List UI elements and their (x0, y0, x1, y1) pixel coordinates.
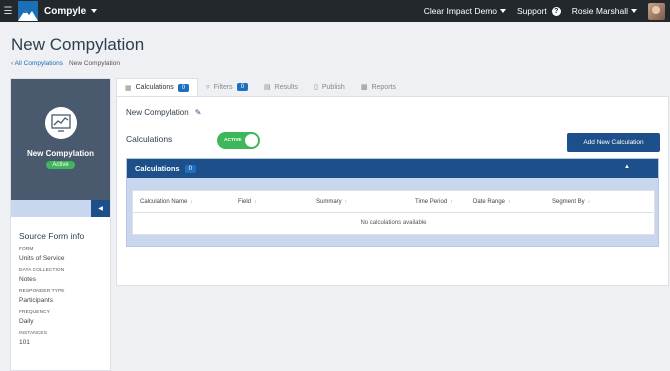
tab-bar: ▦ Calculations 0 ▿ Filters 0 ▤ Results ▯… (116, 78, 404, 96)
status-badge: Active (46, 161, 75, 169)
avatar[interactable] (648, 2, 665, 20)
column-field[interactable]: Field ↕ (238, 199, 257, 205)
info-responder-type: RESPONDER TYPE Participants (19, 289, 65, 304)
sort-icon: ↕ (508, 199, 511, 205)
column-date-range[interactable]: Date Range ↕ (473, 199, 511, 205)
breadcrumb-back-link[interactable]: ‹ All Compylations (11, 60, 63, 67)
user-menu[interactable]: Rosie Marshall (572, 6, 637, 16)
table-header: Calculation Name ↕ Field ↕ Summary ↕ Time P… (133, 191, 654, 213)
calculations-section: Calculations 0 ▲ Calculation Name ↕ Field… (126, 158, 659, 247)
calculations-panel: New Compylation ✎ Calculations ACTIVE Ad… (116, 96, 669, 286)
active-toggle[interactable]: ACTIVE (217, 132, 260, 149)
tab-count-badge: 0 (236, 83, 249, 91)
support-label: Support (517, 6, 547, 16)
tab-reports[interactable]: ▩ Reports (353, 78, 404, 96)
info-form: FORM Units of Service (19, 247, 65, 262)
info-data-collection: DATA COLLECTION Notes (19, 268, 65, 283)
sidebar-title: New Compylation (26, 149, 95, 158)
compylation-sidebar: New Compylation Active ◀ Source Form inf… (10, 78, 111, 371)
column-summary[interactable]: Summary ↕ (316, 199, 347, 205)
source-form-title: Source Form info (19, 231, 85, 241)
list-icon: ▤ (264, 84, 271, 91)
collapse-left-icon[interactable]: ◀ (91, 200, 110, 217)
calculations-count-badge: 0 (184, 164, 196, 173)
calculations-label: Calculations (126, 134, 173, 144)
tab-filters[interactable]: ▿ Filters 0 (198, 78, 256, 96)
calculations-header[interactable]: Calculations 0 ▲ (127, 159, 658, 178)
breadcrumb-current: New Compylation (69, 60, 120, 67)
info-frequency: FREQUENCY Daily (19, 310, 51, 325)
chevron-down-icon (500, 9, 506, 13)
calculations-table: Calculation Name ↕ Field ↕ Summary ↕ Time P… (132, 190, 655, 235)
column-segment-by[interactable]: Segment By ↕ (552, 199, 590, 205)
empty-state-message: No calculations available (360, 220, 427, 226)
edit-icon[interactable]: ✎ (195, 108, 202, 117)
report-icon: ▩ (360, 84, 368, 91)
support-link[interactable]: Support ? (517, 6, 561, 16)
page-title: New Compylation (11, 35, 145, 54)
toggle-label: ACTIVE (224, 138, 242, 143)
tab-calculations[interactable]: ▦ Calculations 0 (116, 78, 199, 96)
info-instances: INSTANCES 101 (19, 331, 47, 346)
sidebar-hero: New Compylation Active (11, 79, 110, 200)
sort-icon: ↕ (190, 199, 193, 205)
tab-results[interactable]: ▤ Results (256, 78, 306, 96)
chevron-down-icon (91, 9, 98, 13)
tab-publish[interactable]: ▯ Publish (306, 78, 353, 96)
menu-icon[interactable]: ☰ (0, 0, 16, 22)
sort-icon: ↕ (587, 199, 591, 205)
add-calculation-button[interactable]: Add New Calculation (567, 133, 660, 152)
calculator-icon: ▦ (125, 84, 132, 92)
top-bar: ☰ Compyle Clear Impact Demo Support ? Ro… (0, 0, 670, 22)
org-switcher[interactable]: Clear Impact Demo (424, 6, 506, 16)
app-name: Compyle (44, 5, 87, 17)
tab-count-badge: 0 (177, 83, 190, 92)
app-logo[interactable] (18, 1, 38, 21)
document-icon: ▯ (314, 84, 318, 91)
sidebar-collapse-bar: ◀ (11, 200, 110, 217)
compylation-name: New Compylation ✎ (126, 108, 202, 117)
chevron-up-icon[interactable]: ▲ (624, 164, 630, 170)
user-name: Rosie Marshall (571, 6, 628, 16)
column-calculation-name[interactable]: Calculation Name ↕ (140, 199, 193, 205)
toggle-knob (245, 134, 258, 147)
org-name: Clear Impact Demo (423, 6, 497, 16)
chart-icon (44, 107, 77, 139)
sort-icon: ↕ (344, 199, 348, 205)
sort-icon: ↕ (254, 199, 257, 205)
sort-icon: ↕ (450, 199, 453, 205)
help-icon: ? (551, 6, 561, 16)
app-switcher[interactable]: Compyle (44, 5, 98, 17)
filter-icon: ▿ (206, 84, 210, 91)
chevron-down-icon (631, 9, 637, 13)
column-time-period[interactable]: Time Period ↕ (415, 199, 453, 205)
breadcrumb: ‹ All Compylations New Compylation (11, 60, 120, 67)
